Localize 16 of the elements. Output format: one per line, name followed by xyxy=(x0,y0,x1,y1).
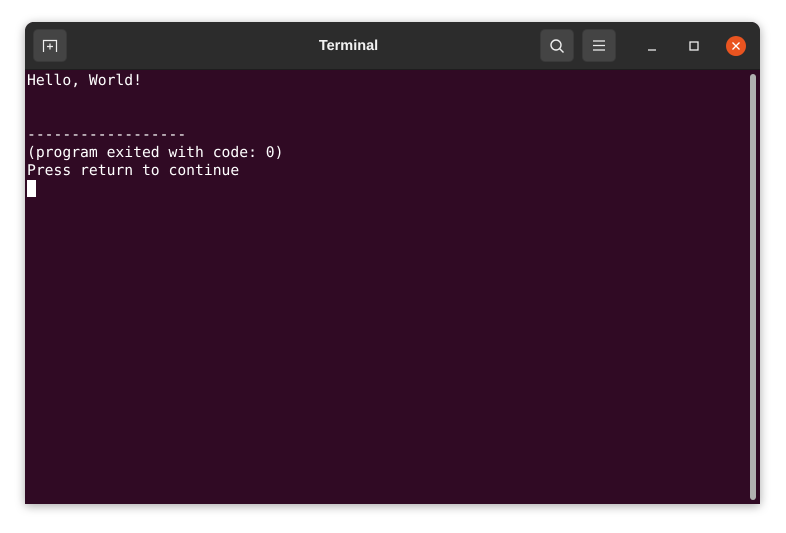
search-icon xyxy=(550,38,564,52)
terminal-line: Press return to continue xyxy=(27,162,240,179)
terminal-line: ------------------ xyxy=(27,126,186,143)
new-tab-button[interactable] xyxy=(33,29,67,62)
window-title: Terminal xyxy=(318,38,380,54)
terminal-line: Hello, World! xyxy=(27,72,142,89)
menu-button[interactable] xyxy=(582,29,616,62)
close-icon xyxy=(732,41,740,50)
text-cursor xyxy=(27,180,36,197)
search-button[interactable] xyxy=(540,29,574,62)
minimize-icon xyxy=(648,48,656,50)
menu-icon xyxy=(593,40,605,51)
new-tab-icon xyxy=(42,39,58,52)
maximize-icon xyxy=(689,40,699,50)
terminal-line: (program exited with code: 0) xyxy=(27,144,284,161)
scrollbar[interactable] xyxy=(750,74,756,500)
